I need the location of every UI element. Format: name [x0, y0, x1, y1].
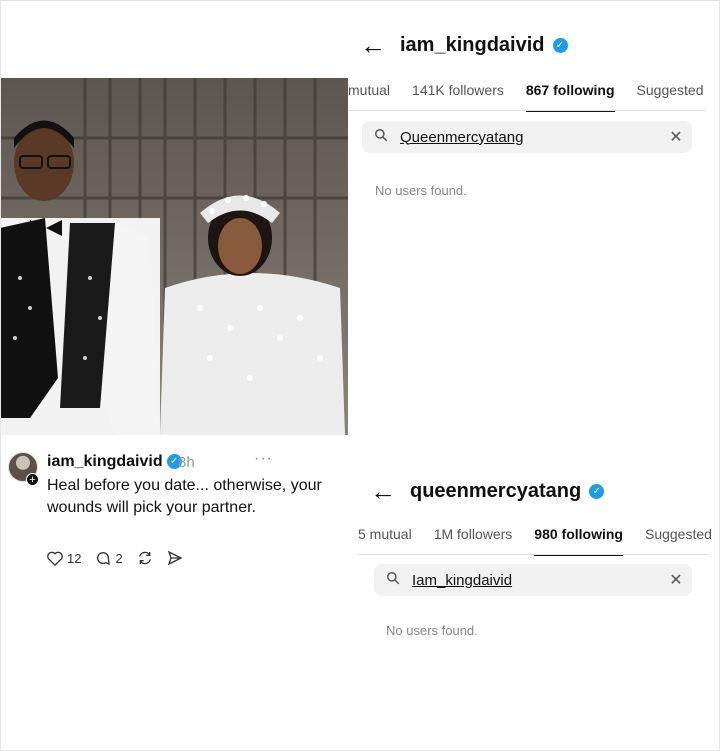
tab-divider: [358, 554, 708, 555]
back-arrow-icon[interactable]: ←: [370, 476, 410, 507]
search-icon: [374, 571, 412, 589]
clear-search-icon[interactable]: ✕: [660, 570, 692, 590]
empty-state: No users found.: [375, 183, 467, 198]
panel-header: ← iam_kingdaivid ✓: [360, 30, 568, 61]
comment-icon: [97, 552, 111, 566]
profile-handle: iam_kingdaivid: [400, 34, 545, 56]
clear-search-icon[interactable]: ✕: [660, 127, 692, 147]
search-input[interactable]: Iam_kingdaivid: [412, 572, 660, 589]
tab-mutual[interactable]: 5 mutual: [358, 526, 412, 556]
post-photo[interactable]: [0, 78, 348, 435]
search-bar[interactable]: Iam_kingdaivid ✕: [374, 564, 692, 596]
search-icon: [362, 128, 400, 146]
more-options-icon[interactable]: ···: [254, 450, 273, 468]
comment-button[interactable]: 2: [95, 550, 123, 566]
profile-panel-bottom: ← queenmercyatang ✓ 5 mutual 1M follower…: [348, 462, 720, 712]
verified-badge-icon: ✓: [552, 38, 568, 53]
empty-state: No users found.: [386, 623, 478, 638]
tab-divider: [348, 110, 706, 111]
like-button[interactable]: 12: [47, 551, 81, 566]
share-button[interactable]: [167, 550, 183, 566]
tab-followers[interactable]: 1M followers: [434, 526, 513, 556]
repost-button[interactable]: [137, 550, 153, 566]
tab-mutual[interactable]: mutual: [348, 82, 390, 112]
post-text: Heal before you date... otherwise, your …: [47, 477, 322, 516]
comment-count: 2: [115, 550, 123, 566]
post-username[interactable]: iam_kingdaivid ✓: [47, 453, 182, 471]
follow-plus-icon[interactable]: +: [26, 473, 39, 486]
tab-following[interactable]: 867 following: [525, 82, 615, 112]
search-bar[interactable]: Queenmercyatang ✕: [362, 121, 692, 153]
tab-following[interactable]: 980 following: [534, 526, 623, 556]
search-input[interactable]: Queenmercyatang: [400, 129, 660, 146]
follow-tabs: 5 mutual 1M followers 980 following Sugg…: [358, 526, 720, 556]
heart-icon: [47, 551, 63, 566]
like-count: 12: [67, 550, 82, 566]
verified-badge-icon: ✓: [589, 484, 605, 499]
send-icon: [167, 550, 183, 566]
post-timestamp: 8h: [178, 454, 195, 471]
back-arrow-icon[interactable]: ←: [360, 30, 400, 61]
profile-handle: queenmercyatang: [410, 480, 582, 502]
follow-tabs: mutual 141K followers 867 following Sugg…: [348, 82, 720, 112]
profile-panel-top: ← iam_kingdaivid ✓ mutual 141K followers…: [348, 0, 720, 440]
post-actions: 12 2: [47, 550, 183, 566]
threads-post: + iam_kingdaivid ✓ 8h ··· Heal before you…: [0, 440, 348, 580]
panel-header: ← queenmercyatang ✓: [370, 476, 605, 507]
post-username-text: iam_kingdaivid: [47, 453, 163, 470]
tab-suggested[interactable]: Suggested: [645, 526, 712, 556]
tab-suggested[interactable]: Suggested: [637, 82, 704, 112]
tab-followers[interactable]: 141K followers: [412, 82, 504, 112]
repost-icon: [138, 551, 151, 565]
